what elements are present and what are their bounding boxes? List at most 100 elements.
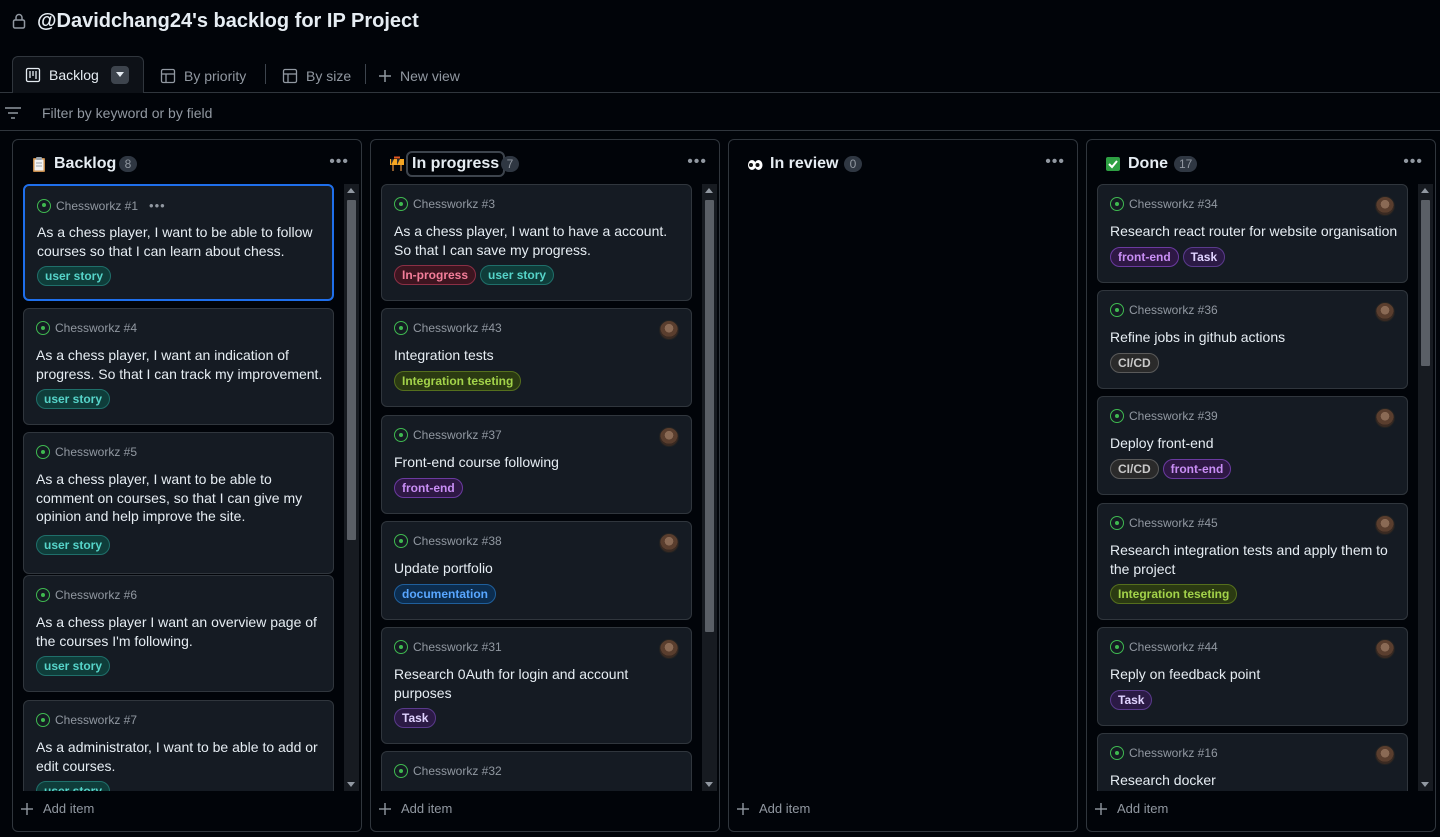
issue-reference[interactable]: Chessworkz #16 — [1129, 746, 1218, 760]
scrollbar-thumb[interactable] — [705, 200, 714, 632]
card-title[interactable]: Research docker — [1110, 771, 1400, 790]
label-task[interactable]: Task — [394, 708, 437, 728]
issue-card[interactable]: Chessworkz #43 Integration tests Integrati… — [381, 308, 692, 407]
assignee-avatar[interactable] — [1375, 745, 1395, 765]
column-menu-icon[interactable]: ••• — [1045, 153, 1065, 171]
column-menu-icon[interactable]: ••• — [329, 153, 349, 171]
column-scrollbar[interactable] — [344, 184, 359, 791]
card-title[interactable]: Reply on feedback point — [1110, 665, 1400, 684]
tab-backlog[interactable]: Backlog — [12, 56, 144, 94]
issue-card[interactable]: Chessworkz #36 Refine jobs in github acti… — [1097, 290, 1408, 389]
issue-reference[interactable]: Chessworkz #36 — [1129, 303, 1218, 317]
scroll-down-icon[interactable] — [705, 782, 713, 787]
card-title[interactable]: As a chess player, I want to be able to … — [37, 223, 327, 260]
issue-card[interactable]: Chessworkz #39 Deploy front-end CI/CD front… — [1097, 396, 1408, 495]
assignee-avatar[interactable] — [1375, 196, 1395, 216]
column-menu-icon[interactable]: ••• — [687, 153, 707, 171]
label-in-progress[interactable]: In-progress — [394, 265, 477, 285]
assignee-avatar[interactable] — [659, 427, 679, 447]
issue-card[interactable]: Chessworkz #31 Research 0Auth for login a… — [381, 627, 692, 744]
issue-reference[interactable]: Chessworkz #7 — [55, 713, 137, 727]
add-item-button[interactable]: Add item — [1095, 801, 1168, 816]
issue-card[interactable]: Chessworkz #38 Update portfolio documentat… — [381, 521, 692, 620]
scroll-up-icon[interactable] — [1421, 188, 1429, 193]
label-task[interactable]: Task — [1110, 690, 1153, 710]
column-scrollbar[interactable] — [1418, 184, 1433, 791]
issue-reference[interactable]: Chessworkz #39 — [1129, 409, 1218, 423]
issue-reference[interactable]: Chessworkz #5 — [55, 445, 137, 459]
filter-bar[interactable]: Filter by keyword or by field — [0, 93, 1440, 131]
add-item-button[interactable]: Add item — [21, 801, 94, 816]
scroll-up-icon[interactable] — [347, 188, 355, 193]
add-item-button[interactable]: Add item — [379, 801, 452, 816]
tab-by-size[interactable]: By size — [270, 57, 363, 94]
issue-card[interactable]: Chessworkz #45 Research integration tests… — [1097, 503, 1408, 620]
issue-reference[interactable]: Chessworkz #38 — [413, 534, 502, 548]
tab-by-priority[interactable]: By priority — [148, 57, 258, 94]
card-title[interactable]: Front-end course following — [394, 453, 684, 472]
issue-reference[interactable]: Chessworkz #44 — [1129, 640, 1218, 654]
label-integration-teseting[interactable]: Integration teseting — [394, 371, 522, 391]
scrollbar-thumb[interactable] — [1421, 200, 1430, 366]
issue-reference[interactable]: Chessworkz #45 — [1129, 516, 1218, 530]
card-title[interactable]: Deploy front-end — [1110, 434, 1400, 453]
card-title[interactable]: As a administrator, I want to be able to… — [36, 738, 326, 775]
column-menu-icon[interactable]: ••• — [1403, 153, 1423, 171]
filter-icon[interactable] — [5, 107, 21, 119]
issue-card[interactable]: Chessworkz #16 Research docker — [1097, 733, 1408, 791]
issue-reference[interactable]: Chessworkz #34 — [1129, 197, 1218, 211]
issue-card[interactable]: Chessworkz #34 Research react router for … — [1097, 184, 1408, 283]
column-title[interactable]: In review — [770, 155, 838, 173]
issue-card[interactable]: Chessworkz #37 Front-end course following… — [381, 415, 692, 514]
label-user-story[interactable]: user story — [480, 265, 555, 285]
card-title[interactable]: Refine jobs in github actions — [1110, 328, 1400, 347]
scroll-down-icon[interactable] — [347, 782, 355, 787]
card-title[interactable]: Update portfolio — [394, 559, 684, 578]
card-title[interactable]: Research integration tests and apply the… — [1110, 541, 1400, 578]
card-title[interactable]: As a chess player I want an overview pag… — [36, 613, 326, 650]
label-front-end[interactable]: front-end — [1110, 247, 1179, 267]
card-menu-icon[interactable]: ••• — [149, 198, 166, 213]
label-front-end[interactable]: front-end — [1162, 459, 1232, 479]
issue-reference[interactable]: Chessworkz #43 — [413, 321, 502, 335]
card-title[interactable]: As a chess player, I want an indication … — [36, 346, 326, 383]
issue-reference[interactable]: Chessworkz #3 — [413, 197, 495, 211]
assignee-avatar[interactable] — [1375, 515, 1395, 535]
assignee-avatar[interactable] — [659, 533, 679, 553]
label-integration-teseting[interactable]: Integration teseting — [1110, 584, 1238, 604]
card-title[interactable]: Research 0Auth for login and account pur… — [394, 665, 684, 702]
issue-card[interactable]: Chessworkz #4 As a chess player, I want a… — [23, 308, 334, 425]
column-title[interactable]: In progress — [406, 151, 506, 177]
scrollbar-thumb[interactable] — [347, 200, 356, 540]
new-view-button[interactable]: New view — [366, 57, 472, 94]
label-ci-cd[interactable]: CI/CD — [1110, 353, 1159, 373]
label-user-story[interactable]: user story — [36, 389, 111, 409]
assignee-avatar[interactable] — [1375, 302, 1395, 322]
issue-reference[interactable]: Chessworkz #31 — [413, 640, 502, 654]
issue-card[interactable]: Chessworkz #7 As a administrator, I want … — [23, 700, 334, 791]
card-title[interactable]: As a chess player, I want to be able to … — [36, 470, 326, 526]
card-title[interactable]: Research react router for website organi… — [1110, 222, 1400, 241]
issue-card[interactable]: Chessworkz #32 — [381, 751, 692, 791]
issue-reference[interactable]: Chessworkz #6 — [55, 588, 137, 602]
issue-card[interactable]: Chessworkz #6 As a chess player I want an… — [23, 575, 334, 692]
issue-reference[interactable]: Chessworkz #1 — [56, 199, 138, 213]
assignee-avatar[interactable] — [659, 639, 679, 659]
scroll-up-icon[interactable] — [705, 188, 713, 193]
issue-card[interactable]: Chessworkz #5 As a chess player, I want t… — [23, 432, 334, 574]
issue-reference[interactable]: Chessworkz #4 — [55, 321, 137, 335]
view-options-button[interactable] — [110, 66, 129, 84]
label-ci-cd[interactable]: CI/CD — [1110, 459, 1159, 479]
label-task[interactable]: Task — [1182, 247, 1226, 267]
label-user-story[interactable]: user story — [36, 656, 111, 676]
scroll-down-icon[interactable] — [1421, 782, 1429, 787]
issue-reference[interactable]: Chessworkz #37 — [413, 428, 502, 442]
label-user-story[interactable]: user story — [37, 266, 112, 286]
add-item-button[interactable]: Add item — [737, 801, 810, 816]
assignee-avatar[interactable] — [1375, 639, 1395, 659]
assignee-avatar[interactable] — [1375, 408, 1395, 428]
label-user-story[interactable]: user story — [36, 535, 111, 555]
card-title[interactable]: As a chess player, I want to have a acco… — [394, 222, 684, 259]
issue-reference[interactable]: Chessworkz #32 — [413, 764, 502, 778]
column-title[interactable]: Backlog — [54, 155, 116, 173]
